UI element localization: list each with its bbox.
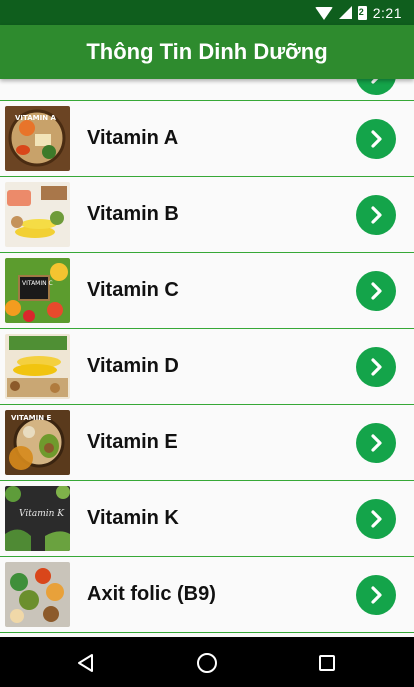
list-item-vitamin-a[interactable]: VITAMIN A Vitamin A (0, 101, 414, 177)
chevron-right-icon (371, 282, 382, 300)
wifi-icon (314, 7, 333, 20)
chevron-right-icon (371, 206, 382, 224)
vitamin-c-thumbnail: VITAMIN C (5, 258, 70, 323)
open-axit-folic-button[interactable] (356, 575, 396, 615)
app-bar: Thông Tin Dinh Dưỡng (0, 25, 414, 79)
chevron-right-icon (371, 358, 382, 376)
axit-folic-thumbnail (5, 562, 70, 627)
vitamin-a-thumbnail: VITAMIN A (5, 106, 70, 171)
open-vitamin-b-button[interactable] (356, 195, 396, 235)
home-circle-icon[interactable] (196, 652, 218, 679)
thumb-caption: VITAMIN C (22, 280, 53, 287)
chevron-right-icon (371, 510, 382, 528)
list-item[interactable] (0, 79, 414, 101)
list-item-vitamin-k[interactable]: Vitamin K Vitamin K (0, 481, 414, 557)
status-time: 2:21 (372, 4, 402, 21)
vitamin-d-label: Vitamin D (87, 355, 179, 377)
open-vitamin-e-button[interactable] (356, 423, 396, 463)
vitamin-a-label: Vitamin A (87, 127, 179, 149)
vitamin-k-label: Vitamin K (87, 507, 179, 529)
status-bar: 2 2:21 (0, 0, 414, 25)
vitamin-k-thumbnail: Vitamin K (5, 486, 70, 551)
signal-icon (338, 6, 352, 19)
vitamin-e-label: Vitamin E (87, 431, 178, 453)
list-item-axit-folic[interactable]: Axit folic (B9) (0, 557, 414, 633)
vitamin-e-thumbnail: VITAMIN E (5, 410, 70, 475)
chevron-right-icon (371, 79, 379, 84)
list-item-vitamin-e[interactable]: VITAMIN E Vitamin E (0, 405, 414, 481)
open-vitamin-c-button[interactable] (356, 271, 396, 311)
vitamin-c-label: Vitamin C (87, 279, 179, 301)
page-title: Thông Tin Dinh Dưỡng (86, 39, 328, 64)
vitamin-b-label: Vitamin B (87, 203, 179, 225)
axit-folic-label: Axit folic (B9) (87, 583, 216, 605)
open-item-button[interactable] (356, 79, 396, 95)
chevron-right-icon (371, 434, 382, 452)
vitamin-b-thumbnail (5, 182, 70, 247)
battery-icon: 2 (357, 5, 367, 20)
recents-square-icon[interactable] (319, 655, 335, 676)
chevron-right-icon (371, 586, 382, 604)
vitamin-d-thumbnail (5, 334, 70, 399)
chevron-right-icon (371, 130, 382, 148)
thumb-caption: VITAMIN A (15, 114, 57, 122)
system-nav-bar (0, 637, 414, 687)
nutrition-list[interactable]: VITAMIN A Vitamin A Vitamin B VITAMIN C … (0, 79, 414, 637)
list-item-vitamin-d[interactable]: Vitamin D (0, 329, 414, 405)
list-item-vitamin-b[interactable]: Vitamin B (0, 177, 414, 253)
back-triangle-icon[interactable] (76, 653, 96, 678)
battery-level: 2 (358, 6, 364, 17)
open-vitamin-k-button[interactable] (356, 499, 396, 539)
thumb-caption: Vitamin K (19, 509, 65, 519)
list-item-vitamin-c[interactable]: VITAMIN C Vitamin C (0, 253, 414, 329)
open-vitamin-a-button[interactable] (356, 119, 396, 159)
open-vitamin-d-button[interactable] (356, 347, 396, 387)
thumb-caption: VITAMIN E (11, 414, 52, 422)
